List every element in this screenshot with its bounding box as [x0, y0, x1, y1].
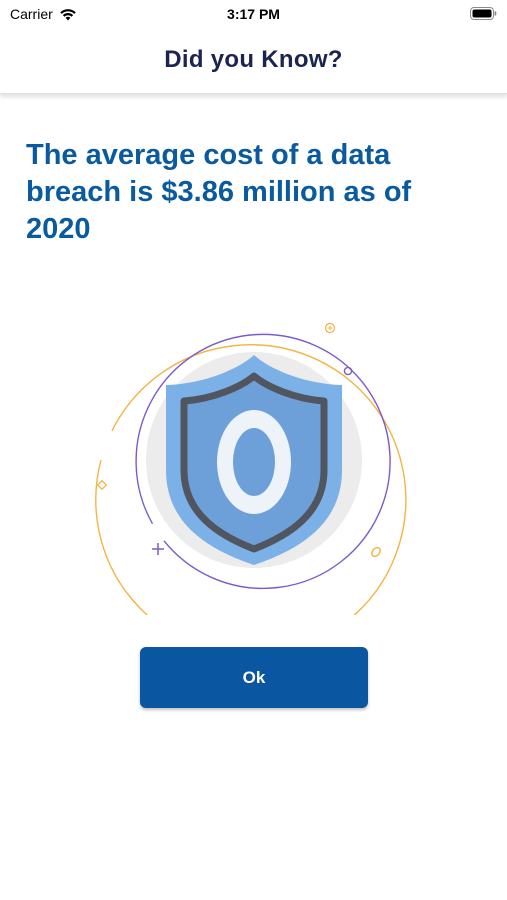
plus-circle-icon [324, 322, 336, 334]
security-shield-illustration [95, 322, 407, 615]
diamond-icon [96, 479, 108, 491]
did-you-know-screen: Carrier 3:17 PM Did you Know? The averag… [0, 0, 507, 900]
plus-icon [152, 543, 164, 555]
status-time: 3:17 PM [227, 6, 280, 22]
status-bar: Carrier 3:17 PM [0, 0, 507, 30]
page-title: Did you Know? [164, 46, 343, 73]
navigation-header: Did you Know? [0, 30, 507, 94]
small-circle-icon [343, 366, 353, 376]
fact-text: The average cost of a data breach is $3.… [26, 139, 412, 245]
small-ellipse-icon [371, 546, 381, 558]
battery-icon [470, 7, 497, 20]
ok-button[interactable]: Ok [140, 647, 368, 708]
